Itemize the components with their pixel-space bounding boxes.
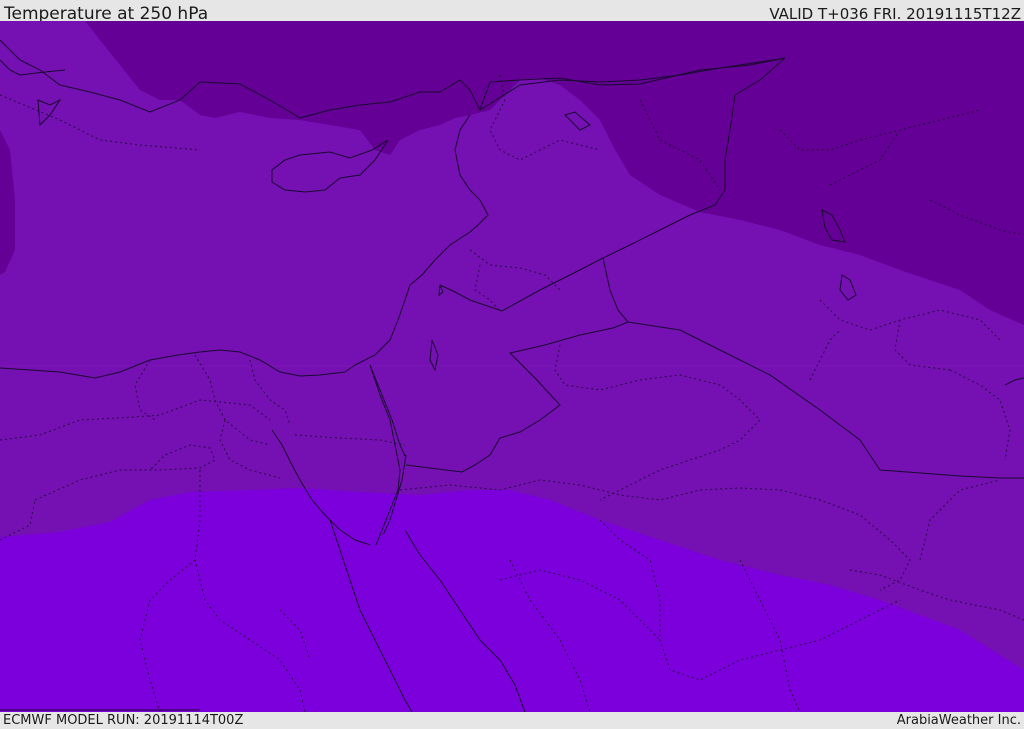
credit-text: ArabiaWeather Inc.	[896, 713, 1021, 728]
map-canvas	[0, 21, 1024, 712]
weather-map[interactable]	[0, 21, 1024, 712]
header-bar: Temperature at 250 hPa VALID T+036 FRI. …	[0, 0, 1024, 24]
footer-bar: ECMWF MODEL RUN: 20191114T00Z ArabiaWeat…	[0, 712, 1024, 729]
model-run: ECMWF MODEL RUN: 20191114T00Z	[3, 713, 244, 728]
